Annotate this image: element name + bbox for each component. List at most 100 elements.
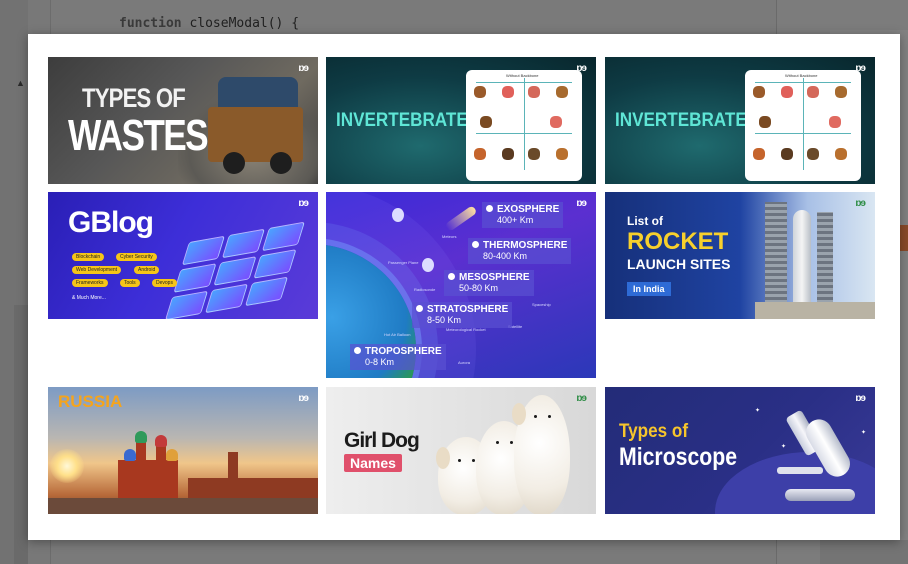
spider-icon — [781, 148, 793, 160]
mini-label: Passenger Plane — [388, 260, 419, 265]
topic-chip: Tools — [120, 279, 140, 287]
blog-card — [244, 276, 289, 307]
mollusc-icon — [480, 116, 492, 128]
spider-icon — [502, 148, 514, 160]
sparkle-icon: ✦ — [781, 444, 787, 450]
blog-card — [181, 235, 225, 266]
tree-line — [803, 78, 804, 170]
puppy-ear-graphic — [436, 447, 450, 469]
mini-label: Meteors — [442, 234, 457, 239]
tile-title-line1: List of — [627, 214, 663, 228]
code-keyword: function — [119, 16, 182, 31]
mini-label: Hot Air Balloon — [384, 332, 411, 337]
invertebrate-chart-panel: Without Backbone — [745, 70, 861, 181]
bullet-icon — [486, 205, 493, 212]
tree-line — [476, 133, 572, 134]
gallery-tile-invertebrates[interactable]: INVERTEBRATES Without Backbone ɒɘ — [326, 57, 596, 184]
preview-panel-accent — [900, 225, 908, 251]
worm-icon — [528, 86, 540, 98]
layer-thermosphere: THERMOSPHERE 80-400 Km — [468, 238, 572, 264]
sponge-icon — [753, 86, 765, 98]
gallery-tile-gblog[interactable]: GBlog Blockchain Cyber Security Web Deve… — [48, 192, 318, 319]
topic-chip: Frameworks — [72, 279, 108, 287]
cathedral-graphic — [118, 460, 178, 500]
launch-tower-graphic — [765, 202, 787, 312]
worm-icon — [807, 86, 819, 98]
gfg-logo-icon: ɒɘ — [855, 198, 866, 209]
topic-chip: Blockchain — [72, 253, 105, 261]
microscope-base-graphic — [785, 489, 855, 501]
tile-title-line3: LAUNCH SITES — [627, 256, 731, 272]
bullet-icon — [448, 273, 455, 280]
insect-icon — [807, 148, 819, 160]
starfish-icon — [829, 116, 841, 128]
layer-stratosphere: STRATOSPHERE 8-50 Km — [412, 302, 513, 328]
editor-side-strip — [14, 305, 28, 564]
coral-icon — [781, 86, 793, 98]
tile-title-line2: Microscope — [619, 443, 738, 471]
mini-label: Spaceship — [532, 302, 551, 307]
launch-pad-graphic — [755, 302, 875, 319]
microscope-stage-graphic — [777, 467, 823, 474]
centipede-icon — [556, 148, 568, 160]
onion-dome-graphic — [155, 435, 167, 447]
tree-line — [755, 133, 851, 134]
tile-title-line2: ROCKET — [627, 228, 729, 255]
puppy-ear-graphic — [512, 403, 526, 425]
kremlin-wall-graphic — [188, 478, 318, 500]
panel-heading: Without Backbone — [785, 73, 818, 78]
starfish-icon — [550, 116, 562, 128]
topic-chip: Android — [134, 266, 160, 274]
sun-glow-graphic — [50, 449, 84, 483]
tile-title: GBlog — [68, 206, 154, 239]
blog-card — [221, 228, 265, 259]
tile-badge: Names — [344, 454, 402, 472]
onion-dome-graphic — [166, 449, 178, 461]
gallery-tile-russia[interactable]: RUSSIA ɒɘ — [48, 387, 318, 514]
gallery-tile-rocket-launch-sites[interactable]: List of ROCKET LAUNCH SITES In India ɒɘ — [605, 192, 875, 319]
gfg-logo-icon: ɒɘ — [855, 393, 866, 404]
snail-icon — [556, 86, 568, 98]
gallery-tile-atmosphere-layers[interactable]: Meteors Passenger Plane Radiosonde Space… — [326, 192, 596, 378]
gallery-tile-types-of-wastes[interactable]: TYPES OF WASTES ɒɘ — [48, 57, 318, 184]
sparkle-icon: ✦ — [755, 408, 761, 414]
gfg-logo-icon: ɒɘ — [576, 198, 587, 209]
background-blob-graphic — [715, 452, 875, 514]
insect-icon — [528, 148, 540, 160]
truck-wheel-graphic — [270, 152, 292, 174]
meteor-graphic — [444, 205, 478, 232]
blog-card — [173, 263, 217, 293]
tree-line — [524, 78, 525, 170]
layer-name: TROPOSPHERE — [365, 346, 442, 357]
layer-range: 0-8 Km — [365, 357, 395, 367]
balloon-graphic — [392, 208, 404, 222]
tile-title: Girl Dog — [344, 429, 420, 452]
gallery-tile-types-of-microscope[interactable]: ✦ ✦ ✦ Types of Microscope ɒɘ — [605, 387, 875, 514]
layer-exosphere: EXOSPHERE 400+ Km — [482, 202, 564, 228]
tile-title: INVERTEBRATES — [336, 110, 480, 131]
tile-title-line2: WASTES — [68, 111, 209, 160]
layer-name: STRATOSPHERE — [427, 304, 509, 315]
mollusc-icon — [759, 116, 771, 128]
puppy-eye-graphic — [472, 459, 475, 462]
rocket-graphic — [793, 210, 811, 305]
blog-card — [164, 290, 209, 319]
bullet-icon — [416, 305, 423, 312]
gfg-logo-icon: ɒɘ — [298, 198, 309, 209]
blog-card — [261, 221, 305, 252]
gallery-tile-invertebrates-duplicate[interactable]: INVERTEBRATES Without Backbone ɒɘ — [605, 57, 875, 184]
puppy-eye-graphic — [496, 441, 499, 444]
snail-icon — [835, 86, 847, 98]
code-line: function closeModal() { — [119, 16, 299, 31]
layer-range: 80-400 Km — [483, 251, 528, 261]
tile-title: INVERTEBRATES — [615, 110, 759, 131]
layer-name: EXOSPHERE — [497, 204, 560, 215]
kremlin-tower-graphic — [228, 452, 238, 500]
gallery-tile-girl-dog-names[interactable]: Girl Dog Names ɒɘ — [326, 387, 596, 514]
topic-chip: Cyber Security — [116, 253, 157, 261]
tile-badge: In India — [627, 282, 671, 296]
gfg-logo-icon: ɒɘ — [298, 63, 309, 74]
truck-wheel-graphic — [223, 152, 245, 174]
layer-range: 400+ Km — [497, 215, 534, 225]
tile-title: RUSSIA — [58, 392, 123, 411]
